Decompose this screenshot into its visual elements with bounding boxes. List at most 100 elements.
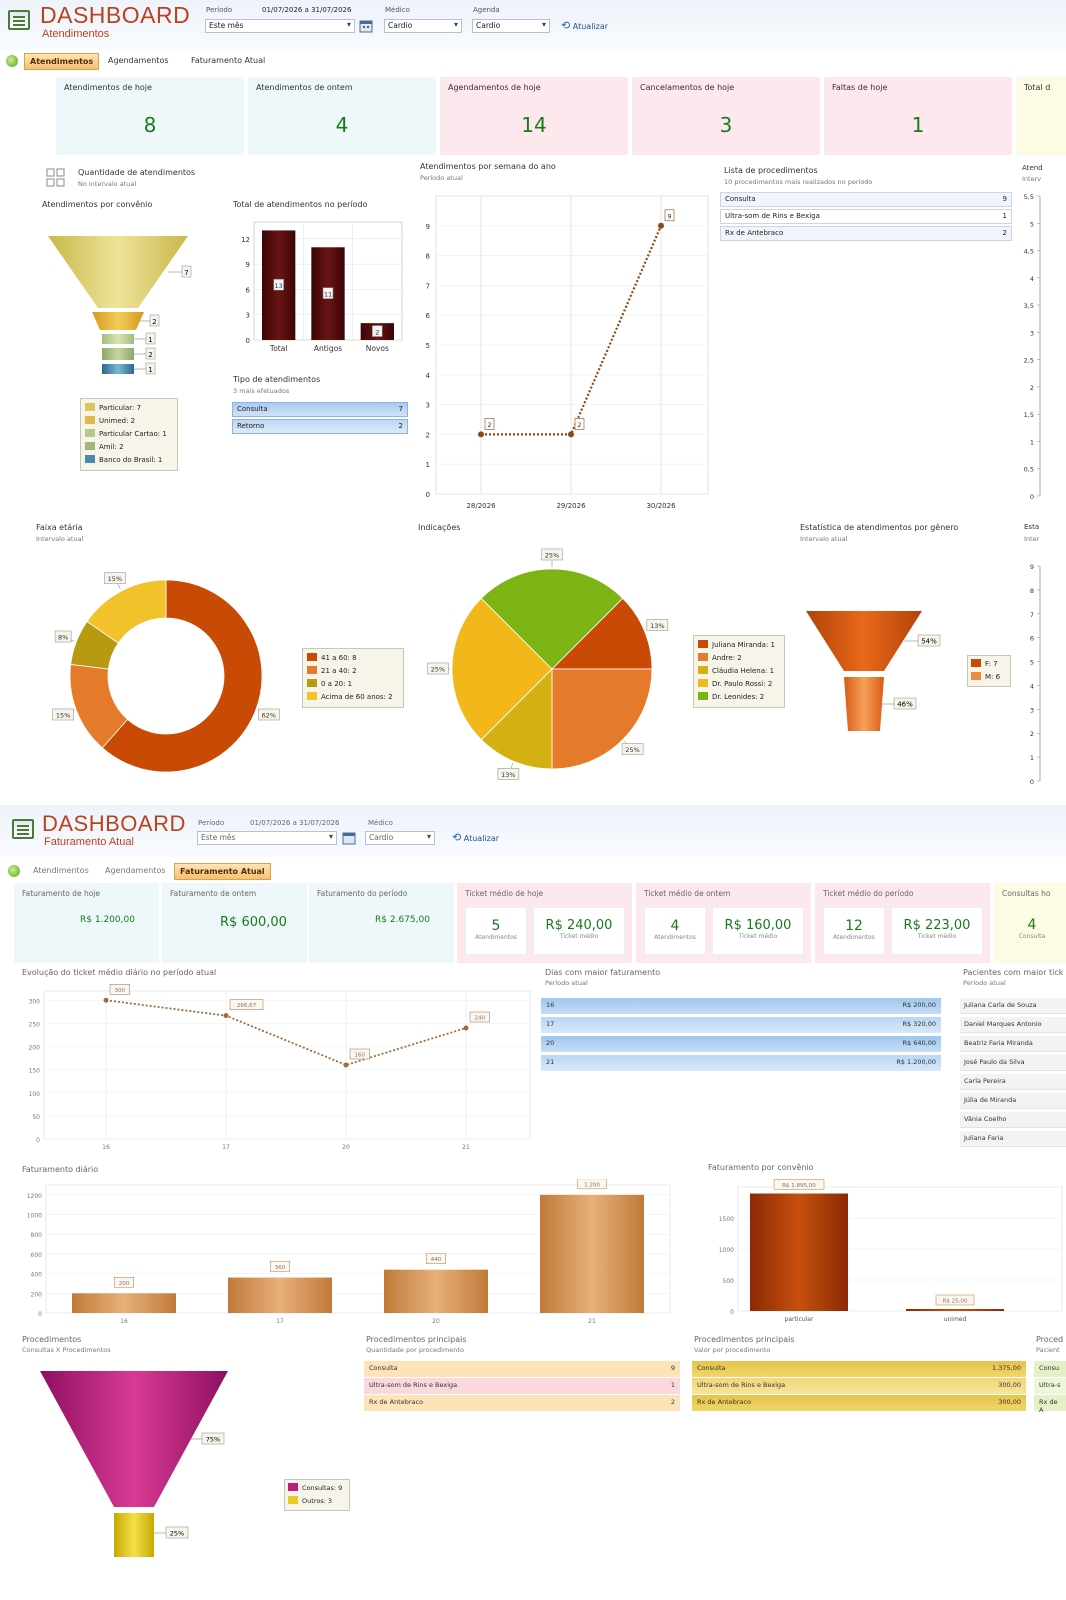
list-item[interactable]: Ultra-som de Rins e Bexiga 1 (364, 1378, 680, 1394)
ticket-value-box: R$ 223,00 Ticket médio (891, 907, 983, 955)
card-faturamento-ontem: Faturamento de ontem R$ 600,00 (162, 883, 307, 963)
list-item[interactable]: Ultra-som de Rins e Bexiga 1 (720, 209, 1012, 224)
tab-faturamento-atual[interactable]: Faturamento Atual (186, 53, 270, 70)
list-item[interactable]: Consu (1034, 1361, 1066, 1377)
list-item[interactable]: Consulta 9 (720, 192, 1012, 207)
list-item-label: Ultra-som de Rins e Bexiga (725, 212, 820, 220)
legend-label: Amil: 2 (99, 443, 124, 451)
period-select[interactable]: Este mês (205, 19, 355, 33)
doctor-select[interactable]: Cardio (365, 831, 435, 845)
list-item-value: 300,00 (998, 1381, 1021, 1389)
card-title: Faturamento do período (317, 889, 408, 898)
list-item[interactable]: Consulta 1.375,00 (692, 1361, 1026, 1377)
list-item[interactable]: Vânia Coelho (960, 1112, 1066, 1128)
proc-funnel-title: Procedimentos (22, 1335, 82, 1344)
legend-item: Particular Cartao: 1 (85, 428, 173, 441)
ticket-count-label: Atendimentos (475, 934, 517, 941)
bar (228, 1277, 332, 1313)
list-item[interactable]: Rx de Antebraco 2 (720, 226, 1012, 241)
y-tick-label: 8 (1030, 587, 1034, 595)
list-item[interactable]: Beatriz Faria Miranda (960, 1036, 1066, 1052)
right-chart2-subtitle: Inter (1024, 535, 1040, 543)
legend-swatch (971, 672, 981, 680)
list-item[interactable]: Júlia de Miranda (960, 1093, 1066, 1109)
refresh-button[interactable]: ⟲ Atualizar (561, 19, 608, 32)
tab-agendamentos[interactable]: Agendamentos (103, 53, 174, 70)
refresh-button[interactable]: ⟲ Atualizar (452, 831, 499, 844)
doctor-select[interactable]: Cardio (384, 19, 462, 33)
list-item[interactable]: 17 R$ 320,00 (541, 1017, 941, 1033)
card-ticket-hoje: Ticket médio de hoje 5 Atendimentos R$ 2… (457, 883, 632, 963)
y-tick-label: 1 (1030, 754, 1034, 762)
calendar-icon[interactable] (359, 19, 373, 33)
refresh-label: Atualizar (463, 834, 500, 843)
list-item[interactable]: Retorno 2 (232, 419, 408, 434)
agenda-select[interactable]: Cardio (472, 19, 550, 33)
card-agendamentos-hoje: Agendamentos de hoje 14 (440, 77, 628, 155)
list-item[interactable]: Consulta 9 (364, 1361, 680, 1377)
x-tick-label: 17 (276, 1318, 284, 1325)
fat-diario-bar-chart: 0 200 400 600 800 1000 1200 200 16 360 17 440 20 1.20… (27, 1179, 671, 1325)
funnel-value-label: 7 (184, 269, 188, 277)
legend-label: Andre: 2 (712, 654, 742, 662)
list-item[interactable]: Juliana Faria (960, 1131, 1066, 1147)
card-title: Atendimentos de ontem (256, 83, 353, 92)
y-tick-label: 5 (1030, 659, 1034, 667)
ticket-count-label: Atendimentos (833, 934, 875, 941)
list-item[interactable]: Rx de A (1034, 1395, 1066, 1414)
card-value: R$ 1.200,00 (80, 915, 135, 925)
qty-subtitle: No intervalo atual (78, 180, 137, 188)
period-select[interactable]: Este mês (197, 831, 337, 845)
legend-item: 21 a 40: 2 (307, 665, 399, 678)
dashboard-logo-icon (8, 10, 30, 30)
faixa-donut-chart: 62% 15% 8% 15% (52, 572, 280, 773)
list-item[interactable]: José Paulo da Silva (960, 1055, 1066, 1071)
refresh-icon: ⟲ (561, 19, 571, 32)
card-value: 8 (143, 113, 157, 137)
list-item[interactable]: Juliana Carla de Souza (960, 998, 1066, 1014)
card-ticket-ontem: Ticket médio de ontem 4 Atendimentos R$ … (636, 883, 811, 963)
list-item[interactable]: 20 R$ 640,00 (541, 1036, 941, 1052)
calendar-icon[interactable] (342, 831, 356, 845)
list-item[interactable]: Carla Pereira (960, 1074, 1066, 1090)
legend-label: 41 a 60: 8 (321, 654, 357, 662)
list-item[interactable]: Ultra-s (1034, 1378, 1066, 1394)
data-label: 2 (577, 421, 581, 429)
legend-swatch (307, 692, 317, 700)
x-tick-label: 16 (102, 1144, 110, 1151)
list-item[interactable]: 21 R$ 1.200,00 (541, 1055, 941, 1071)
tab-agendamentos[interactable]: Agendamentos (100, 863, 171, 880)
card-value: 3 (719, 113, 733, 137)
tab-faturamento-atual[interactable]: Faturamento Atual (174, 863, 271, 880)
x-tick-label: Antigos (314, 344, 342, 353)
list-item[interactable]: Ultra-som de Rins e Bexiga 300,00 (692, 1378, 1026, 1394)
list-item-value: 1.375,00 (992, 1364, 1021, 1372)
ticket-value-box: R$ 160,00 Ticket médio (712, 907, 804, 955)
genero-title: Estatística de atendimentos por gênero (800, 523, 959, 532)
card-faturamento-hoje: Faturamento de hoje R$ 1.200,00 (14, 883, 159, 963)
list-item[interactable]: Daniel Marques Antonio (960, 1017, 1066, 1033)
y-tick-label: 250 (29, 1021, 41, 1028)
tab-atendimentos[interactable]: Atendimentos (24, 53, 100, 70)
card-value: 14 (521, 113, 547, 137)
proc-val-title: Procedimentos principais (694, 1335, 795, 1344)
ticket-count: 4 (1027, 917, 1037, 933)
ticket-count-box: 4 Atendimentos (644, 907, 706, 955)
list-item[interactable]: Rx de Antebraco 300,00 (692, 1395, 1026, 1411)
tab-atendimentos[interactable]: Atendimentos (28, 863, 94, 880)
percent-label: 8% (58, 633, 68, 641)
period-range: 01/07/2026 a 31/07/2026 (262, 6, 352, 14)
indicacoes-legend: Juliana Miranda: 1 Andre: 2 Cláudia Hele… (693, 635, 785, 708)
y-tick-label: 2 (1030, 730, 1034, 738)
card-consultas-hoje: Consultas ho 4 Consulta (994, 883, 1066, 963)
proc-qtd-title: Procedimentos principais (366, 1335, 467, 1344)
list-item[interactable]: Rx de Antebraco 2 (364, 1395, 680, 1411)
list-item[interactable]: Consulta 7 (232, 402, 408, 417)
y-tick-label: 5,5 (1024, 193, 1034, 201)
genero-funnel-chart: 54% 46% (806, 611, 941, 731)
funnel-segment-particular (48, 236, 188, 308)
list-item[interactable]: 16 R$ 200,00 (541, 998, 941, 1014)
legend-item: Cláudia Helena: 1 (698, 665, 780, 678)
fat-diario-title: Faturamento diário (22, 1165, 99, 1174)
indicacoes-pie-chart: 13% 25% 13% 25% 25% (427, 548, 669, 780)
